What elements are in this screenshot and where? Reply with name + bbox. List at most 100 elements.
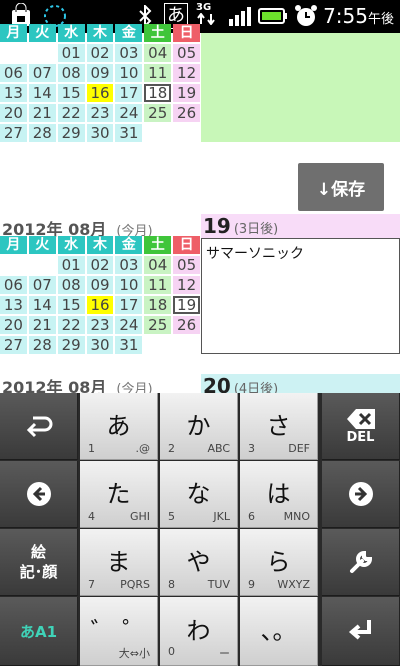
calendar-day-11[interactable]: 11 [144,276,172,294]
delete-key-label: DEL [346,429,375,445]
kana-key-11[interactable]: わ0ー [160,597,238,666]
calendar-day-11[interactable]: 11 [144,64,172,82]
calendar-day-29[interactable]: 29 [57,336,85,354]
calendar-day-22[interactable]: 22 [57,104,85,122]
kana-key-7[interactable]: ま 7 PQRS [80,529,158,596]
emoji-key[interactable]: 絵 記･顔 [0,529,78,596]
calendar-day-09[interactable]: 09 [86,64,114,82]
key-sub-label: 大⇔小 [88,645,150,661]
calendar-day-06[interactable]: 06 [0,276,27,294]
key-kana-label: さ [266,412,291,440]
calendar-day-03[interactable]: 03 [115,44,143,62]
calendar-day-31[interactable]: 31 [115,336,143,354]
delete-key[interactable]: DEL [322,393,400,460]
calendar-day-01[interactable]: 01 [57,256,85,274]
calendar-day-17[interactable]: 17 [115,84,143,102]
calendar-day-14[interactable]: 14 [28,84,56,102]
calendar-day-16[interactable]: 16 [86,296,114,314]
calendar-day-19[interactable]: 19 [173,84,201,102]
calendar-day-12[interactable]: 12 [173,276,201,294]
enter-icon [348,620,371,640]
calendar-day-09[interactable]: 09 [86,276,114,294]
calendar-day-26[interactable]: 26 [173,104,201,122]
kana-key-4[interactable]: た 4 GHI [80,461,158,528]
calendar-day-06[interactable]: 06 [0,64,27,82]
calendar-day-22[interactable]: 22 [57,316,85,334]
save-button[interactable]: ↓保存 [298,163,384,211]
calendar-day-03[interactable]: 03 [115,256,143,274]
kana-key-8[interactable]: や 8 TUV [160,529,238,596]
mode-key[interactable]: あA1 [0,597,78,666]
calendar-day-28[interactable]: 28 [28,124,56,142]
calendar-day-30[interactable]: 30 [86,124,114,142]
day-header: 19 (3日後) [201,214,400,238]
kana-key-2[interactable]: か 2 ABC [160,393,238,460]
calendar-day-10[interactable]: 10 [115,64,143,82]
calendar-day-16[interactable]: 16 [86,84,114,102]
calendar-day-04[interactable]: 04 [144,256,172,274]
kana-key-6[interactable]: は 6 MNO [240,461,318,528]
calendar-day-27[interactable]: 27 [0,336,27,354]
calendar-day-02[interactable]: 02 [86,256,114,274]
calendar-day-30[interactable]: 30 [86,336,114,354]
calendar-day-02[interactable]: 02 [86,44,114,62]
calendar-day-27[interactable]: 27 [0,124,27,142]
key-number: 3 [248,442,255,455]
calendar-day-24[interactable]: 24 [115,316,143,334]
left-arrow-key[interactable] [0,461,78,528]
kana-key-9[interactable]: ら 9 WXYZ [240,529,318,596]
calendar-day-31[interactable]: 31 [115,124,143,142]
calendar-day-29[interactable]: 29 [57,124,85,142]
calendar-day-05[interactable]: 05 [173,44,201,62]
calendar-day-25[interactable]: 25 [144,104,172,122]
calendar-day-24[interactable]: 24 [115,104,143,122]
right-arrow-key[interactable] [322,461,400,528]
kana-key-1[interactable]: あ 1 .@ [80,393,158,460]
key-number: 2 [168,442,175,455]
signal-icon [228,6,252,30]
calendar-day-21[interactable]: 21 [28,316,56,334]
calendar-day-04[interactable]: 04 [144,44,172,62]
key-sub-label: 9 WXYZ [248,578,310,591]
calendar-day-13[interactable]: 13 [0,296,27,314]
calendar-day-14[interactable]: 14 [28,296,56,314]
settings-key[interactable] [322,529,400,596]
calendar-day-20[interactable]: 20 [0,316,27,334]
calendar-day-17[interactable]: 17 [115,296,143,314]
memo-field[interactable]: サマーソニック [201,238,400,354]
weekday-header: 金 [115,236,143,254]
calendar-day-19[interactable]: 19 [173,296,201,314]
kana-key-3[interactable]: さ 3 DEF [240,393,318,460]
calendar-day-28[interactable]: 28 [28,336,56,354]
calendar-day-01[interactable]: 01 [57,44,85,62]
calendar-day-18[interactable]: 18 [144,84,172,102]
calendar-empty-cell [29,256,56,274]
calendar-day-05[interactable]: 05 [173,256,201,274]
calendar-day-25[interactable]: 25 [144,316,172,334]
calendar-day-07[interactable]: 07 [28,64,56,82]
key-letters: .@ [135,442,151,455]
calendar-day-23[interactable]: 23 [86,316,114,334]
kana-key-12[interactable]: 、。 [240,597,318,666]
calendar-day-18[interactable]: 18 [144,296,172,314]
calendar-day-13[interactable]: 13 [0,84,27,102]
calendar-day-23[interactable]: 23 [86,104,114,122]
weekday-header: 火 [28,24,56,42]
calendar-day-26[interactable]: 26 [173,316,201,334]
kana-key-5[interactable]: な 5 JKL [160,461,238,528]
calendar-day-07[interactable]: 07 [28,276,56,294]
calendar-day-21[interactable]: 21 [28,104,56,122]
calendar-day-12[interactable]: 12 [173,64,201,82]
calendar-grid: 月火水木金土日 01 02 03 04 05 06 07 08 09 10 11 12 13 14 15 16 1… [0,236,201,356]
calendar-day-15[interactable]: 15 [57,84,85,102]
calendar-day-08[interactable]: 08 [57,276,85,294]
key-kana-label: あ [106,412,131,440]
undo-key[interactable] [0,393,78,460]
calendar-day-08[interactable]: 08 [57,64,85,82]
weekday-header: 月 [0,24,27,42]
calendar-day-15[interactable]: 15 [57,296,85,314]
calendar-day-20[interactable]: 20 [0,104,27,122]
enter-key[interactable] [322,597,400,666]
kana-key-10[interactable]: ゛ ゜大⇔小 [80,597,158,666]
calendar-day-10[interactable]: 10 [115,276,143,294]
